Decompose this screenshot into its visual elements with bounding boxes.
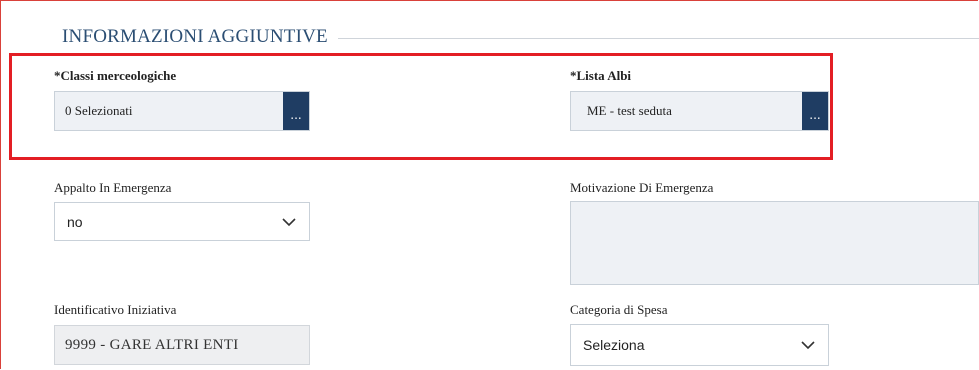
motivazione-label: Motivazione Di Emergenza bbox=[570, 180, 714, 195]
emergenza-select[interactable]: no bbox=[54, 202, 310, 241]
classi-field[interactable]: 0 Selezionati ... bbox=[54, 91, 310, 131]
emergenza-label: Appalto In Emergenza bbox=[54, 180, 172, 195]
categoria-value: Seleziona bbox=[583, 337, 645, 353]
motivazione-textarea[interactable] bbox=[570, 201, 979, 285]
albi-select-button[interactable]: ... bbox=[802, 92, 828, 130]
chevron-down-icon bbox=[801, 341, 815, 350]
section-divider bbox=[330, 38, 979, 39]
classi-value: 0 Selezionati bbox=[65, 103, 133, 118]
chevron-down-icon bbox=[282, 217, 296, 226]
classi-select-button[interactable]: ... bbox=[283, 92, 309, 130]
section-title: INFORMAZIONI AGGIUNTIVE bbox=[62, 26, 338, 48]
albi-value: ME - test seduta bbox=[587, 103, 672, 118]
emergenza-value: no bbox=[67, 213, 83, 230]
albi-field[interactable]: ME - test seduta ... bbox=[570, 91, 829, 131]
identificativo-field: 9999 - GARE ALTRI ENTI bbox=[54, 325, 310, 365]
albi-label: *Lista Albi bbox=[570, 68, 632, 83]
categoria-label: Categoria di Spesa bbox=[570, 302, 668, 317]
classi-label: *Classi merceologiche bbox=[54, 68, 177, 83]
identificativo-label: Identificativo Iniziativa bbox=[54, 302, 177, 317]
categoria-select[interactable]: Seleziona bbox=[570, 324, 829, 366]
